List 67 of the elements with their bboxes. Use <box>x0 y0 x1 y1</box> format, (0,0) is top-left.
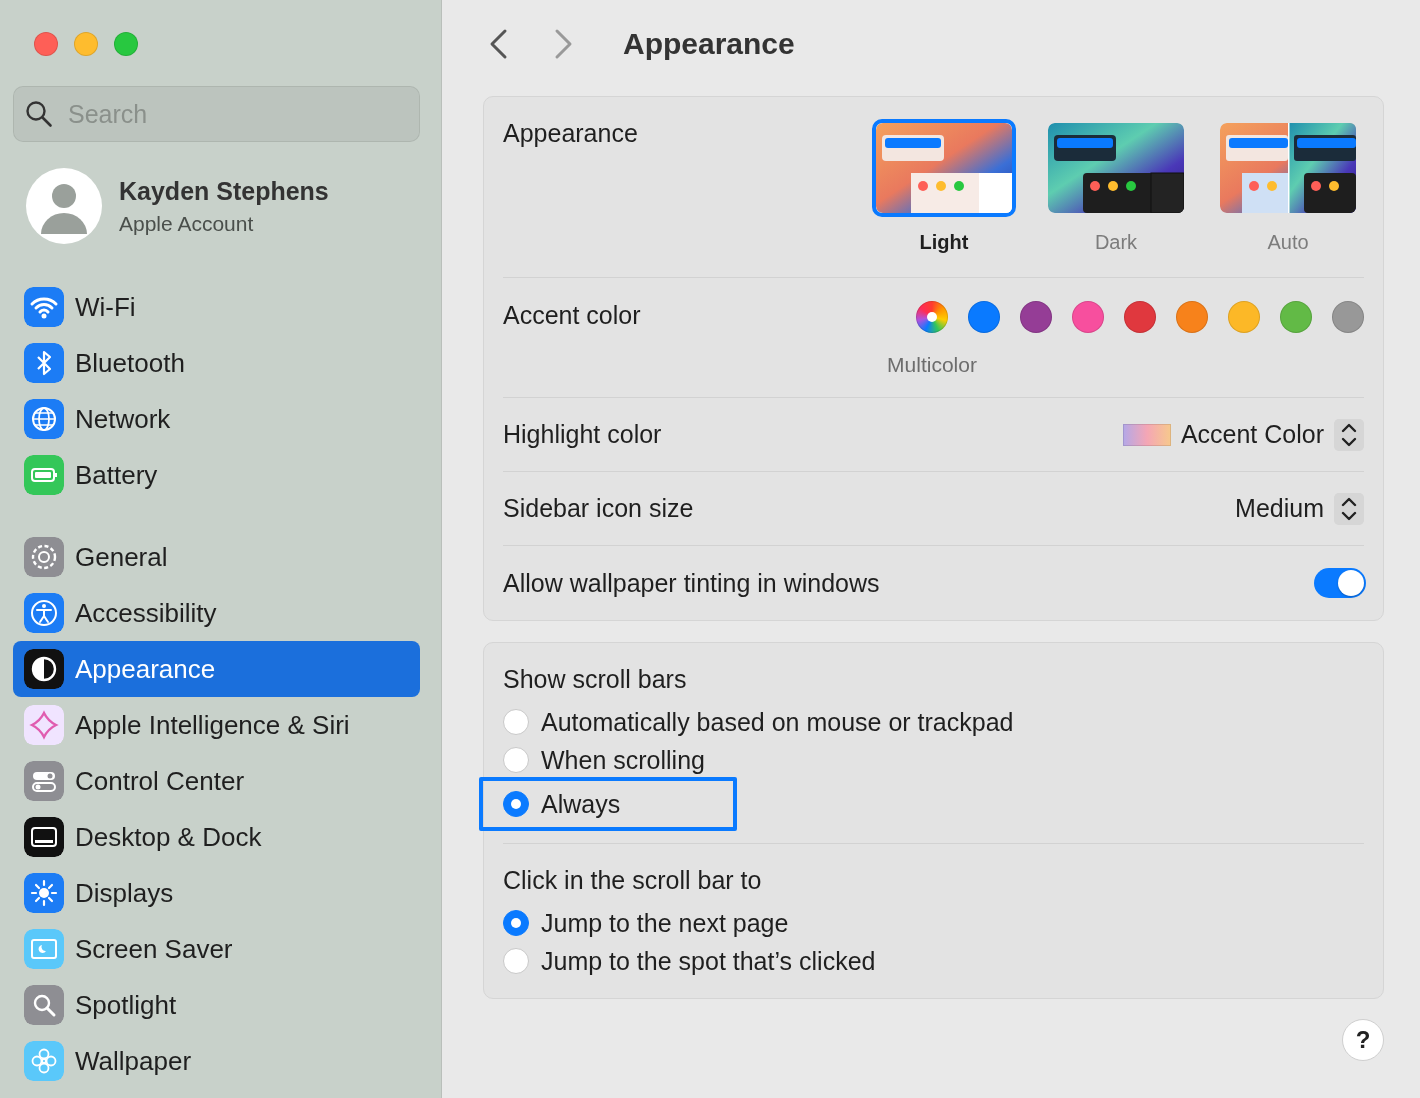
sidebar-item[interactable]: Spotlight <box>13 977 420 1033</box>
color-swatch[interactable] <box>1332 301 1364 333</box>
color-swatch[interactable] <box>1020 301 1052 333</box>
globe-icon <box>24 399 64 439</box>
radio-button[interactable] <box>503 791 529 817</box>
zoom-button[interactable] <box>114 32 138 56</box>
sidebar-item[interactable]: Wi-Fi <box>13 279 420 335</box>
dock-icon <box>24 817 64 857</box>
color-swatch[interactable] <box>1280 301 1312 333</box>
color-swatch[interactable] <box>1176 301 1208 333</box>
moon-screen-icon <box>24 929 64 969</box>
radio-button[interactable] <box>503 948 529 974</box>
sidebar-item[interactable]: Wallpaper <box>13 1033 420 1089</box>
battery-icon <box>24 455 64 495</box>
color-swatch[interactable] <box>1228 301 1260 333</box>
multicolor-swatch[interactable] <box>916 301 948 333</box>
sidebar-item[interactable]: Accessibility <box>13 585 420 641</box>
flower-icon <box>24 1041 64 1081</box>
close-button[interactable] <box>34 32 58 56</box>
radio-button[interactable] <box>503 910 529 936</box>
wifi-icon <box>24 287 64 327</box>
radio-button[interactable] <box>503 709 529 735</box>
account-name: Kayden Stephens <box>119 176 329 206</box>
color-swatch[interactable] <box>1124 301 1156 333</box>
sun-icon <box>24 873 64 913</box>
search-icon <box>25 100 53 128</box>
popup-button[interactable]: Medium <box>1235 492 1364 525</box>
radio-option[interactable]: Jump to the spot that’s clicked <box>503 942 876 980</box>
sidebar-item[interactable]: Battery <box>13 447 420 503</box>
row-label: Sidebar icon size <box>503 494 694 523</box>
popup-button[interactable]: Accent Color <box>1122 418 1364 451</box>
sidebar-item[interactable]: Bluetooth <box>13 335 420 391</box>
page-title: Appearance <box>623 27 795 61</box>
help-button[interactable]: ? <box>1342 1019 1384 1061</box>
sidebar-item[interactable]: Network <box>13 391 420 447</box>
section-label: Show scroll bars <box>503 665 688 694</box>
color-swatch[interactable] <box>968 301 1000 333</box>
sidebar-item[interactable]: General <box>13 529 420 585</box>
section-label: Click in the scroll bar to <box>503 866 763 895</box>
gradient-swatch <box>1122 423 1171 446</box>
sidebar-item[interactable]: Desktop & Dock <box>13 809 420 865</box>
sidebar-item[interactable]: Screen Saver <box>13 921 420 977</box>
radio-option[interactable]: Always <box>503 785 621 823</box>
radio-option[interactable]: When scrolling <box>503 741 705 779</box>
search-icon <box>24 985 64 1025</box>
swatch-caption: Multicolor <box>887 353 977 377</box>
sidebar-item[interactable]: Apple Intelligence & Siri <box>13 697 420 753</box>
minimize-button[interactable] <box>74 32 98 56</box>
sidebar-item[interactable]: Control Center <box>13 753 420 809</box>
sparkle-icon <box>24 705 64 745</box>
radio-button[interactable] <box>503 747 529 773</box>
sidebar-item[interactable]: Displays <box>13 865 420 921</box>
row-label: Appearance <box>503 119 638 148</box>
color-swatch[interactable] <box>1072 301 1104 333</box>
row-label: Accent color <box>503 301 641 330</box>
bluetooth-icon <box>24 343 64 383</box>
toggle-switch[interactable] <box>1314 568 1366 598</box>
gear-icon <box>24 537 64 577</box>
theme-option[interactable]: Light <box>872 119 1016 254</box>
radio-option[interactable]: Automatically based on mouse or trackpad <box>503 703 1014 741</box>
accessibility-icon <box>24 593 64 633</box>
toggles-icon <box>24 761 64 801</box>
account-subtitle: Apple Account <box>119 211 255 236</box>
radio-option[interactable]: Jump to the next page <box>503 904 789 942</box>
row-label: Highlight color <box>503 420 662 449</box>
row-label: Allow wallpaper tinting in windows <box>503 568 880 598</box>
sidebar-item[interactable]: Appearance <box>13 641 420 697</box>
